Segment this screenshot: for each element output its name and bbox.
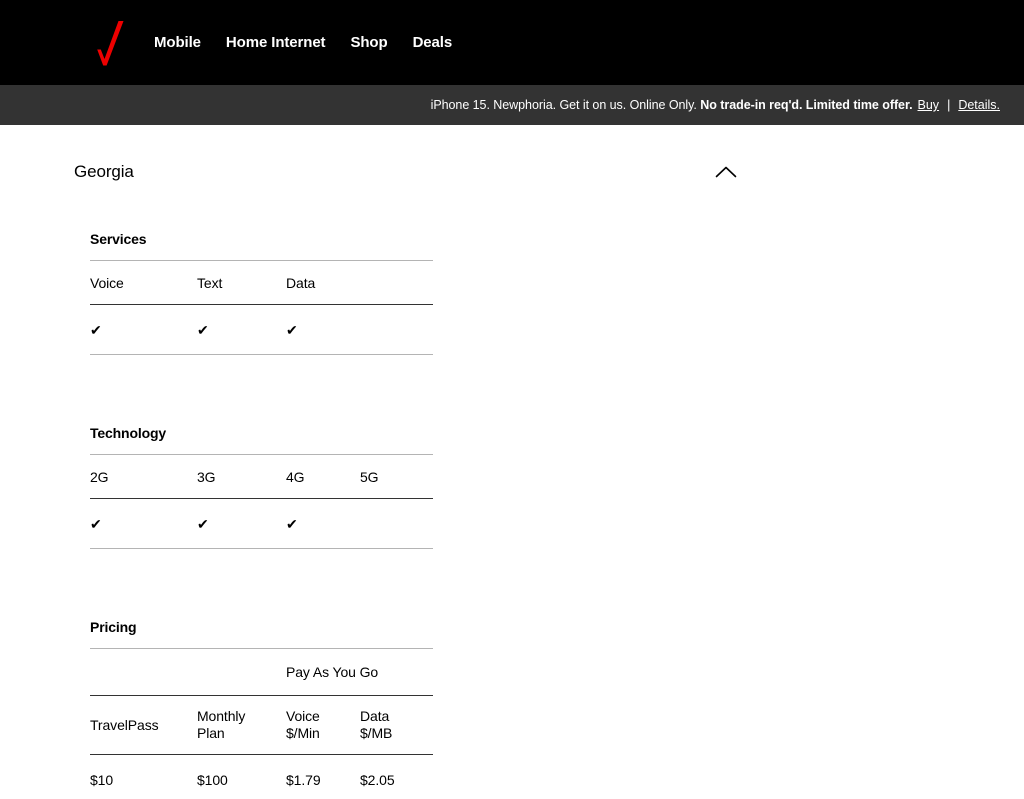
table-header-row: TravelPass Monthly Plan Voice $/Min Data: [90, 695, 434, 755]
main-navigation: Mobile Home Internet Shop Deals: [154, 34, 452, 51]
column-header-text: Text: [197, 274, 223, 291]
column-header-voice-per-min: Voice $/Min: [286, 696, 360, 755]
promo-text-bold: No trade-in req'd. Limited time offer.: [700, 98, 913, 112]
table-row: ✔ ✔ ✔: [90, 304, 433, 355]
column-header-2g: 2G: [90, 468, 109, 485]
page-body: Georgia Services Voice Text Data ✔ ✔ ✔ T…: [0, 125, 1024, 799]
column-header-data-per-mb: Data $/MB: [360, 696, 433, 755]
nav-item-deals[interactable]: Deals: [413, 34, 453, 51]
column-header-data-per-mb-line1: Data: [360, 708, 390, 724]
column-header-voice-per-min-line1: Voice: [286, 708, 320, 724]
section-technology: Technology 2G 3G 4G 5G ✔ ✔ ✔: [90, 425, 433, 549]
cell-monthly-plan-price: $100: [197, 771, 228, 788]
pricing-table: Pay As You Go TravelPass Monthly Plan Vo…: [90, 648, 434, 799]
promo-text: iPhone 15. Newphoria. Get it on us. Onli…: [431, 98, 913, 112]
cell-2g-available: ✔: [90, 515, 102, 532]
promo-details-link[interactable]: Details.: [958, 98, 1000, 112]
group-header-pay-as-you-go: Pay As You Go: [286, 664, 379, 680]
cell-4g-available: ✔: [286, 515, 298, 532]
table-group-header-row: Pay As You Go: [90, 648, 434, 696]
site-header: Mobile Home Internet Shop Deals: [0, 0, 1024, 85]
cell-travelpass-price: $10: [90, 771, 114, 788]
promo-banner: iPhone 15. Newphoria. Get it on us. Onli…: [0, 85, 1024, 125]
table-header-row: 2G 3G 4G 5G: [90, 454, 433, 499]
page-title: Georgia: [74, 162, 134, 181]
table-row: ✔ ✔ ✔: [90, 498, 433, 549]
cell-5g-available: [360, 499, 433, 549]
nav-item-mobile[interactable]: Mobile: [154, 34, 201, 51]
column-header-5g: 5G: [360, 468, 379, 485]
column-header-monthly-plan: Monthly Plan: [197, 696, 286, 755]
content-panel: Georgia Services Voice Text Data ✔ ✔ ✔ T…: [22, 125, 1024, 799]
nav-item-home-internet[interactable]: Home Internet: [226, 34, 326, 51]
region-header[interactable]: Georgia: [74, 148, 742, 188]
promo-separator: |: [947, 98, 951, 112]
column-header-voice: Voice: [90, 274, 124, 291]
column-header-voice-per-min-line2: $/Min: [286, 725, 320, 741]
column-header-travelpass: TravelPass: [90, 696, 197, 755]
table-row: $10 $100 $1.79 $2.05: [90, 754, 434, 799]
section-services: Services Voice Text Data ✔ ✔ ✔: [90, 231, 433, 355]
technology-table: 2G 3G 4G 5G ✔ ✔ ✔: [90, 454, 433, 549]
cell-data-per-mb-price: $2.05: [360, 771, 395, 788]
nav-item-shop[interactable]: Shop: [350, 34, 387, 51]
section-title-pricing: Pricing: [90, 619, 137, 635]
column-header-4g: 4G: [286, 468, 305, 485]
group-header-blank-2: [197, 649, 286, 696]
region-collapse-button[interactable]: [710, 156, 742, 188]
cell-voice-per-min-price: $1.79: [286, 771, 321, 788]
promo-buy-link[interactable]: Buy: [918, 98, 940, 112]
table-header-row: Voice Text Data: [90, 260, 433, 305]
verizon-checkmark-logo[interactable]: [88, 19, 126, 67]
services-table: Voice Text Data ✔ ✔ ✔: [90, 260, 433, 355]
cell-text-available: ✔: [197, 321, 209, 338]
group-header-blank-1: [90, 649, 197, 696]
column-header-data-per-mb-line2: $/MB: [360, 725, 393, 741]
section-title-services: Services: [90, 231, 147, 247]
column-header-monthly-plan-line1: Monthly: [197, 708, 246, 724]
cell-data-available: ✔: [286, 321, 298, 338]
cell-voice-available: ✔: [90, 321, 102, 338]
section-title-technology: Technology: [90, 425, 167, 441]
column-header-travelpass-line1: TravelPass: [90, 716, 159, 733]
column-header-3g: 3G: [197, 468, 216, 485]
promo-text-plain: iPhone 15. Newphoria. Get it on us. Onli…: [430, 98, 701, 112]
column-header-data: Data: [286, 274, 316, 291]
chevron-up-icon: [715, 166, 737, 178]
section-pricing: Pricing Pay As You Go TravelPass Monthly…: [90, 619, 434, 799]
cell-3g-available: ✔: [197, 515, 209, 532]
column-header-monthly-plan-line2: Plan: [197, 725, 225, 741]
